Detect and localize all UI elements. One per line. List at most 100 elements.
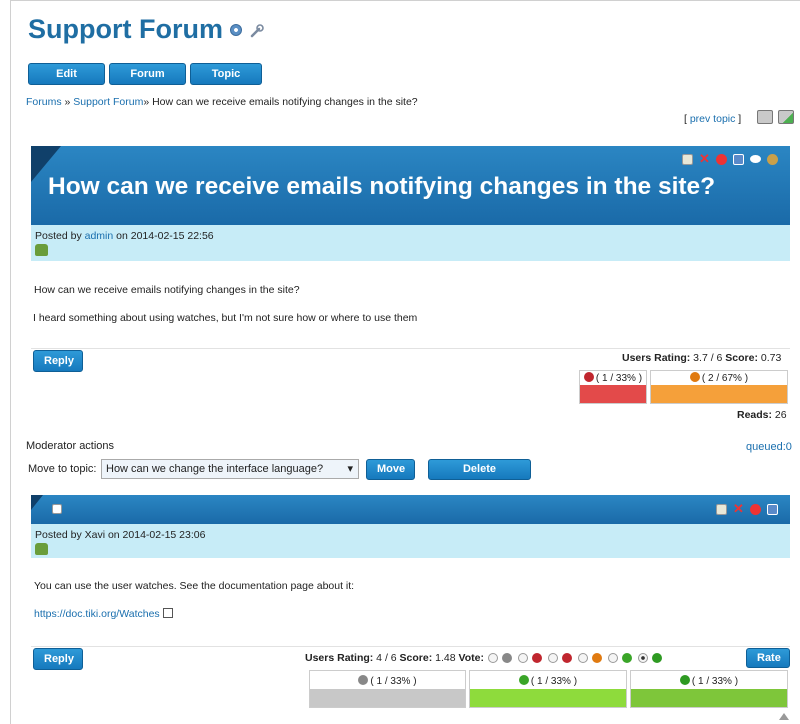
breadcrumb-forum-link[interactable]: Support Forum bbox=[73, 96, 143, 108]
post-meta: Posted by admin on 2014-02-15 22:56 bbox=[31, 225, 790, 261]
rating-label: Users Rating: bbox=[305, 652, 374, 664]
move-topic-select[interactable]: How can we change the interface language… bbox=[101, 459, 359, 479]
vote-radio-selected[interactable] bbox=[637, 653, 648, 663]
score-value: 1.48 bbox=[432, 652, 459, 664]
select-checkbox[interactable] bbox=[52, 504, 62, 514]
rating-bar-box: ( 1 / 33% ) bbox=[309, 670, 466, 708]
rating-value: 4 / 6 bbox=[373, 652, 400, 664]
vote-radio[interactable] bbox=[607, 653, 618, 663]
vote-radio[interactable] bbox=[517, 653, 528, 663]
posted-date: on 2014-02-15 22:56 bbox=[113, 230, 214, 242]
moderator-actions-label: Moderator actions bbox=[26, 440, 115, 452]
forum-toolbar: Edit Forum Forum List Topic List bbox=[28, 63, 262, 100]
rating-bar-text: ( 1 / 33% ) bbox=[370, 676, 417, 687]
minus-circle-icon[interactable] bbox=[750, 504, 761, 515]
scroll-top-icon[interactable] bbox=[779, 713, 789, 720]
neutral-face-icon bbox=[591, 653, 602, 663]
breadcrumb: Forums » Support Forum» How can we recei… bbox=[26, 96, 418, 108]
delete-selected-button[interactable]: Delete Selected bbox=[428, 459, 531, 494]
users-rating: Users Rating: 4 / 6 Score: 1.48 Vote: bbox=[305, 652, 484, 664]
help-icon[interactable] bbox=[230, 24, 242, 36]
rating-bar-label: ( 1 / 33% ) bbox=[310, 671, 465, 688]
post-body-line: How can we receive emails notifying chan… bbox=[34, 284, 300, 296]
minus-circle-icon[interactable] bbox=[716, 154, 727, 165]
post-title: How can we receive emails notifying chan… bbox=[48, 173, 716, 200]
rating-bar-text: ( 1 / 33% ) bbox=[595, 373, 643, 384]
wrench-icon[interactable] bbox=[250, 24, 264, 38]
reads-count: Reads: 26 bbox=[737, 409, 787, 421]
author-link[interactable]: admin bbox=[85, 230, 114, 242]
reply-actions: ✕ bbox=[716, 502, 778, 515]
title-icons bbox=[230, 24, 264, 38]
vote-radio[interactable] bbox=[577, 653, 588, 663]
gray-face-icon bbox=[501, 653, 512, 663]
post-body-line: I heard something about using watches, b… bbox=[33, 312, 418, 324]
rating-bar-text: ( 1 / 33% ) bbox=[530, 676, 578, 687]
rating-bar-fill bbox=[470, 689, 626, 707]
posted-by-prefix: Posted by bbox=[35, 230, 85, 242]
reply-body-line: You can use the user watches. See the do… bbox=[34, 580, 355, 592]
reply-header-banner: ✕ bbox=[31, 495, 790, 524]
print-all-icon[interactable] bbox=[778, 110, 794, 124]
rating-value: 3.7 / 6 bbox=[690, 352, 726, 364]
forum-list-button[interactable]: Forum List bbox=[109, 63, 186, 100]
divider bbox=[31, 646, 790, 647]
score-value: 0.73 bbox=[757, 352, 782, 364]
gray-face-icon bbox=[358, 675, 369, 685]
reply-meta: Posted by Xavi on 2014-02-15 23:06 bbox=[31, 524, 790, 558]
save-icon[interactable] bbox=[767, 504, 778, 515]
external-link-icon bbox=[162, 608, 173, 618]
edit-forum-button[interactable]: Edit Forum bbox=[28, 63, 105, 100]
post-title-banner: ✕ How can we receive emails notifying ch… bbox=[31, 146, 790, 225]
happy-face-icon bbox=[621, 653, 632, 663]
move-to-label: Move to topic: bbox=[28, 463, 97, 475]
post-actions: ✕ bbox=[682, 152, 778, 165]
divider bbox=[31, 348, 790, 349]
vote-radio[interactable] bbox=[487, 653, 498, 663]
edit-icon[interactable] bbox=[716, 504, 727, 515]
page-title: Support Forum bbox=[28, 14, 223, 44]
rating-bar-fill bbox=[631, 689, 787, 707]
topic-list-button[interactable]: Topic List bbox=[190, 63, 262, 100]
breadcrumb-separator: » bbox=[143, 96, 153, 108]
save-icon[interactable] bbox=[733, 154, 744, 165]
reads-label: Reads: bbox=[737, 409, 773, 421]
move-button[interactable]: Move bbox=[366, 459, 415, 480]
breadcrumb-current-topic: How can we receive emails notifying chan… bbox=[152, 96, 418, 108]
edit-icon[interactable] bbox=[682, 154, 693, 165]
score-label: Score: bbox=[399, 652, 433, 664]
breadcrumb-separator: » bbox=[61, 96, 74, 108]
sad-face-icon bbox=[561, 653, 572, 663]
rating-bar-text: ( 1 / 33% ) bbox=[691, 676, 739, 687]
dropdown-arrow-icon: ▾ bbox=[347, 463, 353, 475]
banner-wedge bbox=[31, 495, 43, 510]
user-icon[interactable] bbox=[35, 543, 48, 555]
vote-radio[interactable] bbox=[547, 653, 558, 663]
happy-face-icon bbox=[651, 653, 662, 663]
delete-icon[interactable]: ✕ bbox=[733, 502, 744, 515]
rating-bar-box: ( 1 / 33% ) bbox=[469, 670, 627, 708]
eye-icon[interactable] bbox=[750, 155, 761, 163]
rating-bar-fill bbox=[651, 385, 787, 403]
reply-link-line: https://doc.tiki.org/Watches bbox=[34, 608, 173, 620]
reply-button[interactable]: Reply bbox=[33, 648, 83, 670]
print-icon[interactable] bbox=[757, 110, 773, 124]
happy-face-icon bbox=[518, 675, 529, 685]
user-icon[interactable] bbox=[35, 244, 48, 256]
rate-button[interactable]: Rate bbox=[746, 648, 790, 668]
print-icons bbox=[757, 110, 794, 124]
reply-rating-row: Users Rating: 4 / 6 Score: 1.48 Vote: bbox=[305, 652, 664, 664]
prev-topic-nav: [ prev topic ] bbox=[684, 113, 741, 125]
rating-bar-fill bbox=[580, 385, 646, 403]
prev-topic-link[interactable]: prev topic bbox=[690, 113, 736, 125]
tools-icon[interactable] bbox=[767, 154, 778, 165]
queued-link[interactable]: queued:0 bbox=[746, 441, 792, 453]
users-rating: Users Rating: 3.7 / 6 Score: 0.73 bbox=[622, 352, 781, 364]
rating-label: Users Rating: bbox=[622, 352, 691, 364]
watches-doc-link[interactable]: https://doc.tiki.org/Watches bbox=[34, 608, 160, 620]
delete-icon[interactable]: ✕ bbox=[699, 152, 710, 165]
breadcrumb-forums-link[interactable]: Forums bbox=[26, 96, 62, 108]
posted-by: Posted by Xavi on 2014-02-15 23:06 bbox=[35, 529, 206, 541]
reply-button[interactable]: Reply bbox=[33, 350, 83, 372]
posted-by: Posted by admin on 2014-02-15 22:56 bbox=[35, 230, 214, 242]
